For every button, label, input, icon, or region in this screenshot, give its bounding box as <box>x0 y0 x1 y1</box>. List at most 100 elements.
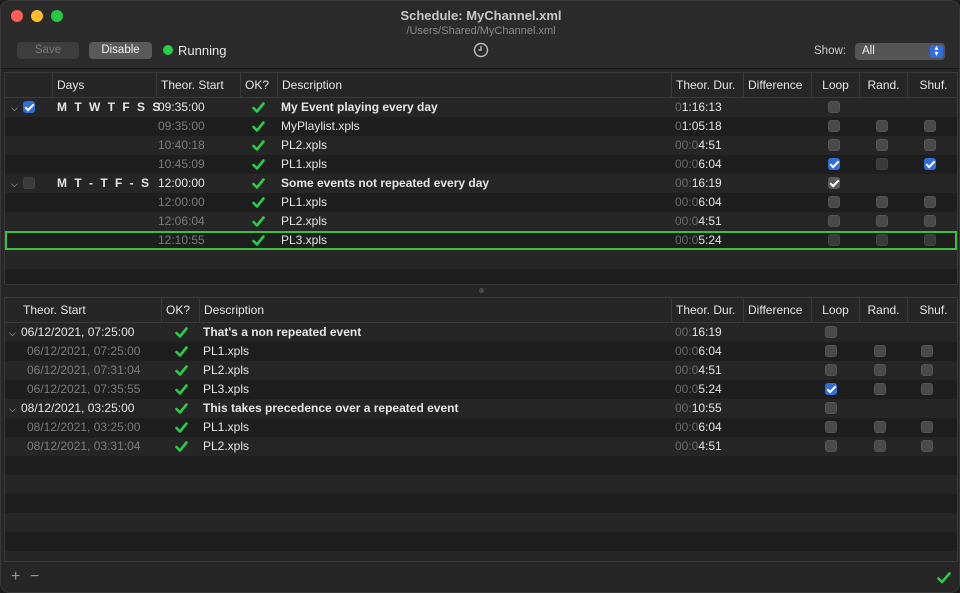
random-checkbox[interactable] <box>876 158 888 170</box>
random-checkbox[interactable] <box>876 215 888 227</box>
random-checkbox[interactable] <box>874 421 886 433</box>
header-description[interactable]: Description <box>199 298 671 323</box>
titlebar: Schedule: MyChannel.xml /Users/Shared/My… <box>1 1 959 69</box>
loop-checkbox[interactable] <box>825 421 837 433</box>
loop-checkbox[interactable] <box>825 364 837 376</box>
loop-checkbox[interactable] <box>828 139 840 151</box>
header-theor-dur[interactable]: Theor. Dur. <box>671 298 743 323</box>
header-difference[interactable]: Difference <box>743 73 811 98</box>
header-loop[interactable]: Loop <box>811 298 859 323</box>
random-checkbox[interactable] <box>874 440 886 452</box>
shuffle-checkbox[interactable] <box>924 234 936 246</box>
header-rand[interactable]: Rand. <box>859 73 907 98</box>
table-header: Days Theor. Start OK? Description Theor.… <box>5 73 957 98</box>
loop-checkbox[interactable] <box>825 402 837 414</box>
event-enabled-checkbox[interactable] <box>23 101 35 113</box>
loop-checkbox[interactable] <box>828 215 840 227</box>
disclosure-chevron-icon[interactable]: ⌵ <box>9 404 19 414</box>
random-checkbox[interactable] <box>874 364 886 376</box>
event-row[interactable]: ⌵ M T - T F - S 12:00:00 Some events not re… <box>5 174 957 193</box>
random-checkbox[interactable] <box>876 139 888 151</box>
clock-icon[interactable] <box>473 42 489 58</box>
playlist-row[interactable]: 06/12/2021, 07:25:00 PL1.xpls 00:06:04 <box>5 342 957 361</box>
shuffle-checkbox[interactable] <box>924 196 936 208</box>
disclosure-chevron-icon[interactable]: ⌵ <box>11 179 21 189</box>
playlist-row[interactable]: 12:10:55 PL3.xpls 00:05:24 <box>5 231 957 250</box>
playlist-row[interactable]: 08/12/2021, 03:31:04 PL2.xpls 00:04:51 <box>5 437 957 456</box>
header-description[interactable]: Description <box>277 73 671 98</box>
header-theor-start[interactable]: Theor. Start <box>19 298 161 323</box>
random-checkbox[interactable] <box>874 345 886 357</box>
theor-dur-cell: 00:04:51 <box>675 361 722 380</box>
loop-checkbox[interactable] <box>825 383 837 395</box>
header-theor-start[interactable]: Theor. Start <box>156 73 240 98</box>
disclosure-chevron-icon[interactable]: ⌵ <box>9 328 19 338</box>
header-ok[interactable]: OK? <box>161 298 199 323</box>
playlist-row[interactable]: 10:45:09 PL1.xpls 00:06:04 <box>5 155 957 174</box>
event-row[interactable]: ⌵ 06/12/2021, 07:25:00 That's a non repeat… <box>5 323 957 342</box>
divider-handle-icon[interactable] <box>479 288 484 293</box>
theor-start-cell: 08/12/2021, 03:31:04 <box>27 439 141 453</box>
playlist-row[interactable]: 10:40:18 PL2.xpls 00:04:51 <box>5 136 957 155</box>
running-status-dot <box>163 45 173 55</box>
loop-checkbox[interactable] <box>825 326 837 338</box>
loop-checkbox[interactable] <box>828 158 840 170</box>
event-row[interactable]: ⌵ 08/12/2021, 03:25:00 This takes preceden… <box>5 399 957 418</box>
header-rand[interactable]: Rand. <box>859 298 907 323</box>
playlist-row[interactable]: 08/12/2021, 03:25:00 PL1.xpls 00:06:04 <box>5 418 957 437</box>
header-shuf[interactable]: Shuf. <box>907 73 957 98</box>
loop-checkbox[interactable] <box>825 440 837 452</box>
loop-checkbox[interactable] <box>828 177 840 189</box>
add-event-button[interactable]: + <box>11 568 20 586</box>
header-difference[interactable]: Difference <box>743 298 811 323</box>
theor-dur-prefix: 00:0 <box>675 138 699 152</box>
theor-dur-prefix: 00: <box>675 325 692 339</box>
loop-checkbox[interactable] <box>828 196 840 208</box>
event-row[interactable]: ⌵ M T W T F S S 09:35:00 My Event playing e… <box>5 98 957 117</box>
shuffle-checkbox[interactable] <box>921 345 933 357</box>
split-divider[interactable] <box>4 285 958 297</box>
shuffle-checkbox[interactable] <box>921 440 933 452</box>
repeated-events-table: Days Theor. Start OK? Description Theor.… <box>4 72 958 285</box>
show-filter-select[interactable]: All ▴ ▾ <box>855 43 945 60</box>
disclosure-chevron-icon[interactable]: ⌵ <box>11 103 21 113</box>
random-checkbox[interactable] <box>876 120 888 132</box>
loop-checkbox[interactable] <box>825 345 837 357</box>
random-checkbox[interactable] <box>876 196 888 208</box>
ok-check-icon <box>175 327 188 338</box>
event-enabled-checkbox[interactable] <box>23 177 35 189</box>
shuffle-checkbox[interactable] <box>921 364 933 376</box>
header-ok[interactable]: OK? <box>240 73 277 98</box>
loop-checkbox[interactable] <box>828 234 840 246</box>
shuffle-checkbox[interactable] <box>924 120 936 132</box>
playlist-row[interactable]: 09:35:00 MyPlaylist.xpls 01:05:18 <box>5 117 957 136</box>
header-theor-dur[interactable]: Theor. Dur. <box>671 73 743 98</box>
random-checkbox[interactable] <box>874 383 886 395</box>
random-checkbox[interactable] <box>876 234 888 246</box>
theor-start-cell: 09:35:00 <box>158 119 205 133</box>
ok-check-icon <box>175 384 188 395</box>
header-shuf[interactable]: Shuf. <box>907 298 957 323</box>
shuffle-checkbox[interactable] <box>924 139 936 151</box>
header-days[interactable]: Days <box>52 73 156 98</box>
shuffle-checkbox[interactable] <box>921 421 933 433</box>
ok-check-icon <box>252 159 265 170</box>
shuffle-checkbox[interactable] <box>921 383 933 395</box>
loop-checkbox[interactable] <box>828 101 840 113</box>
theor-start-cell: 10:45:09 <box>158 157 205 171</box>
remove-event-button[interactable]: − <box>30 568 39 586</box>
playlist-row[interactable]: 06/12/2021, 07:35:55 PL3.xpls 00:05:24 <box>5 380 957 399</box>
shuffle-checkbox[interactable] <box>924 215 936 227</box>
theor-start-cell: 12:00:00 <box>158 176 205 190</box>
theor-dur-prefix: 00:0 <box>675 363 699 377</box>
loop-checkbox[interactable] <box>828 120 840 132</box>
theor-dur-value: 16:19 <box>691 176 722 190</box>
playlist-row[interactable]: 12:06:04 PL2.xpls 00:04:51 <box>5 212 957 231</box>
header-loop[interactable]: Loop <box>811 73 859 98</box>
disable-button[interactable]: Disable <box>89 42 152 59</box>
save-button[interactable]: Save <box>17 42 79 59</box>
playlist-row[interactable]: 12:00:00 PL1.xpls 00:06:04 <box>5 193 957 212</box>
playlist-row[interactable]: 06/12/2021, 07:31:04 PL2.xpls 00:04:51 <box>5 361 957 380</box>
shuffle-checkbox[interactable] <box>924 158 936 170</box>
window-subtitle: /Users/Shared/MyChannel.xml <box>406 25 556 37</box>
